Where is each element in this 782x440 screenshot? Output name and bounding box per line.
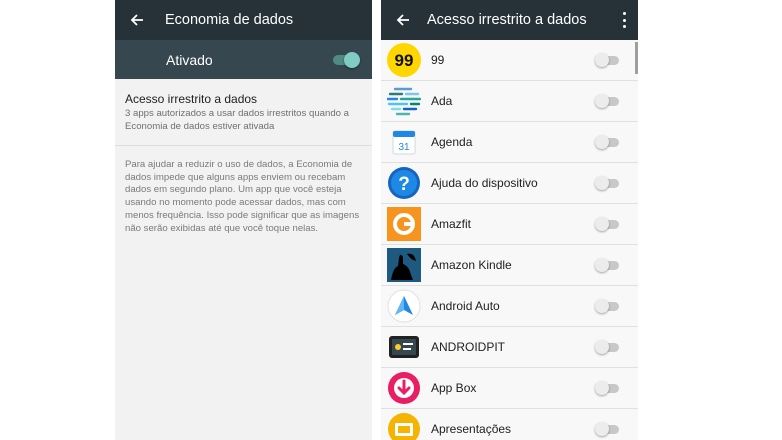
app-toggle[interactable]: [595, 176, 619, 190]
back-arrow-icon[interactable]: [394, 12, 411, 29]
unrestricted-data-screen: Acesso irrestrito a dados 99 99 Ada 31 A…: [381, 0, 638, 440]
app-row-ajuda[interactable]: ? Ajuda do dispositivo: [381, 163, 638, 204]
android-auto-icon: [387, 289, 421, 323]
info-text: Para ajudar a reduzir o uso de dados, a …: [125, 159, 360, 234]
more-options-icon[interactable]: [620, 12, 628, 28]
99-icon: 99: [387, 43, 421, 77]
toolbar: Acesso irrestrito a dados: [381, 0, 638, 40]
svg-text:99: 99: [395, 51, 414, 70]
setting-summary: 3 apps autorizados a usar dados irrestri…: [125, 108, 349, 132]
app-toggle[interactable]: [595, 135, 619, 149]
unrestricted-data-setting[interactable]: Acesso irrestrito a dados 3 apps autoriz…: [115, 79, 372, 133]
master-switch-label: Ativado: [166, 51, 213, 68]
app-toggle[interactable]: [595, 381, 619, 395]
app-list: 99 99 Ada 31 Agenda ? Ajuda do dispositi…: [381, 40, 638, 440]
page-title: Economia de dados: [165, 12, 294, 28]
app-name: Amazon Kindle: [431, 258, 512, 272]
app-name: Android Auto: [431, 299, 500, 313]
app-row-kindle[interactable]: Amazon Kindle: [381, 245, 638, 286]
app-toggle[interactable]: [595, 299, 619, 313]
app-name: ANDROIDPIT: [431, 340, 506, 354]
app-row-agenda[interactable]: 31 Agenda: [381, 122, 638, 163]
app-toggle[interactable]: [595, 53, 619, 67]
app-box-icon: [387, 371, 421, 405]
app-toggle[interactable]: [595, 422, 619, 436]
back-arrow-icon[interactable]: [128, 12, 145, 29]
app-row-ada[interactable]: Ada: [381, 81, 638, 122]
setting-title: Acesso irrestrito a dados: [125, 92, 258, 106]
amazfit-icon: [387, 207, 421, 241]
app-name: Apresentações: [431, 422, 512, 436]
master-toggle[interactable]: [333, 52, 360, 68]
help-glyph: ?: [398, 174, 410, 195]
kindle-icon: [387, 248, 421, 282]
master-switch-bar[interactable]: Ativado: [115, 40, 372, 79]
data-saver-screen: Economia de dados Ativado Acesso irrestr…: [115, 0, 372, 440]
app-row-99[interactable]: 99 99: [381, 40, 638, 81]
app-toggle[interactable]: [595, 340, 619, 354]
app-name: Amazfit: [431, 217, 472, 231]
calendar-icon: 31: [387, 125, 421, 159]
app-name: 99: [431, 53, 445, 67]
slides-icon: [387, 412, 421, 440]
app-toggle[interactable]: [595, 94, 619, 108]
app-name: App Box: [431, 381, 477, 395]
page-title: Acesso irrestrito a dados: [427, 12, 587, 28]
app-name: Ajuda do dispositivo: [431, 176, 538, 190]
app-row-amazfit[interactable]: Amazfit: [381, 204, 638, 245]
app-row-androidpit[interactable]: ANDROIDPIT: [381, 327, 638, 368]
ada-icon: [386, 84, 422, 118]
app-name: Ada: [431, 94, 453, 108]
app-row-android-auto[interactable]: Android Auto: [381, 286, 638, 327]
app-toggle[interactable]: [595, 217, 619, 231]
scrollbar[interactable]: [635, 42, 638, 74]
androidpit-icon: [387, 330, 421, 364]
help-icon: ?: [387, 166, 421, 200]
toolbar: Economia de dados: [115, 0, 372, 40]
calendar-day: 31: [398, 142, 410, 153]
app-toggle[interactable]: [595, 258, 619, 272]
app-row-app-box[interactable]: App Box: [381, 368, 638, 409]
app-row-apresentacoes[interactable]: Apresentações: [381, 409, 638, 440]
app-name: Agenda: [431, 135, 473, 149]
